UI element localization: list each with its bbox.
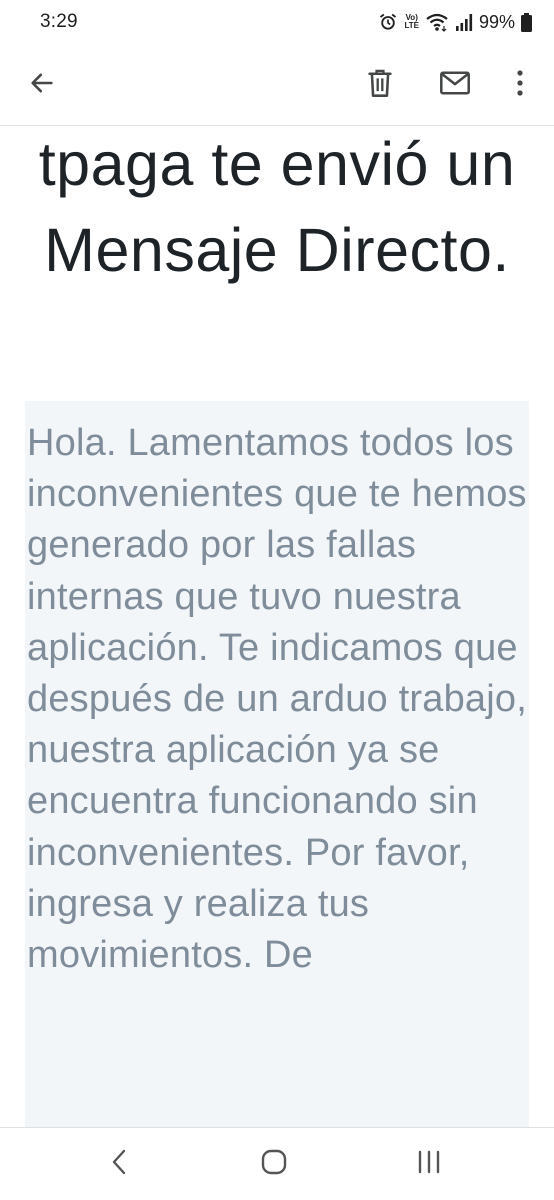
message-body: Hola. Lamentamos todos los inconveniente…	[27, 422, 527, 977]
app-bar	[0, 44, 554, 126]
wifi-icon	[425, 12, 449, 32]
nav-recents-button[interactable]	[407, 1144, 451, 1184]
volte-icon: Vo) LTE	[404, 14, 419, 30]
email-screen: 3:29 Vo) LTE 99% tpaga te envió un Mensa…	[0, 0, 554, 1200]
status-bar: 3:29 Vo) LTE 99%	[0, 0, 554, 44]
nav-recents-icon	[416, 1150, 442, 1179]
nav-back-icon	[111, 1149, 127, 1180]
more-options-button[interactable]	[496, 61, 544, 109]
arrow-back-icon	[28, 69, 56, 102]
battery-percent: 99%	[478, 11, 515, 32]
status-time: 3:29	[40, 11, 78, 32]
message-box: Hola. Lamentamos todos los inconveniente…	[25, 401, 529, 1127]
nav-back-button[interactable]	[97, 1144, 141, 1184]
delete-button[interactable]	[356, 61, 404, 109]
volte-bottom-label: LTE	[404, 21, 419, 30]
nav-home-button[interactable]	[252, 1144, 296, 1184]
email-content: tpaga te envió un Mensaje Directo. Hola.…	[0, 127, 554, 1127]
nav-home-icon	[260, 1148, 288, 1181]
mark-unread-button[interactable]	[431, 61, 479, 109]
more-vert-icon	[516, 69, 524, 102]
back-button[interactable]	[18, 61, 66, 109]
alarm-icon	[378, 12, 398, 32]
mail-icon	[439, 70, 471, 101]
signal-icon	[455, 13, 473, 31]
status-icons: Vo) LTE 99%	[378, 12, 532, 33]
email-headline: tpaga te envió un Mensaje Directo.	[38, 130, 516, 284]
delete-icon	[366, 68, 394, 103]
navigation-bar	[0, 1127, 554, 1200]
battery-icon	[521, 12, 532, 32]
